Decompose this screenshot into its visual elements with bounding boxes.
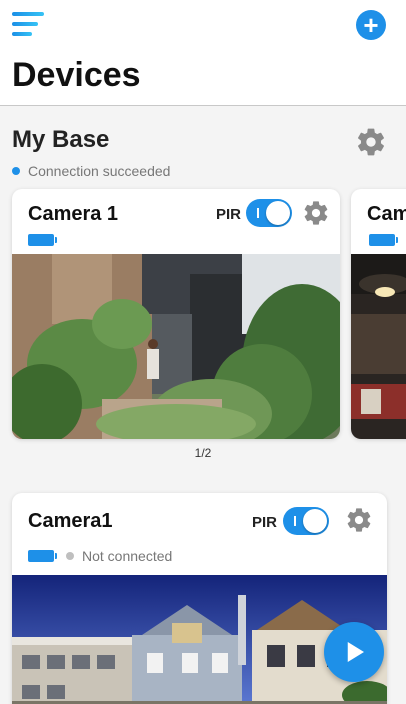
camera-settings-gear-icon[interactable] <box>345 506 373 534</box>
hamburger-menu-icon[interactable] <box>12 12 44 38</box>
battery-full-icon <box>369 234 398 246</box>
camera-connection-status: Not connected <box>66 548 172 564</box>
devices-screen: + Devices My Base Connection succeeded C… <box>0 0 406 704</box>
camera-card-1[interactable]: Camera 1 PIR <box>12 189 340 439</box>
camera-snapshot-image[interactable] <box>351 254 406 439</box>
base-name: My Base <box>12 126 110 153</box>
camera-name: Camera1 <box>28 510 113 532</box>
connection-status-text: Not connected <box>82 548 173 564</box>
header: + Devices <box>0 0 406 106</box>
add-device-button[interactable]: + <box>356 10 386 40</box>
plus-icon: + <box>363 10 379 40</box>
camera-name: Cam <box>367 203 406 225</box>
pir-toggle[interactable] <box>246 199 292 227</box>
pir-toggle[interactable] <box>283 507 329 535</box>
page-title: Devices <box>12 56 141 94</box>
carousel-page-indicator: 1/2 <box>194 446 212 460</box>
camera-card[interactable]: Camera1 PIR Not connected <box>12 493 387 704</box>
camera-settings-gear-icon[interactable] <box>302 199 330 227</box>
status-dot <box>66 552 74 560</box>
pir-label: PIR <box>252 514 278 531</box>
battery-full-icon <box>28 234 57 246</box>
battery-full-icon <box>28 550 57 562</box>
camera-snapshot-image[interactable] <box>12 254 340 439</box>
pir-label: PIR <box>216 206 242 223</box>
base-connection-status: Connection succeeded <box>12 163 170 179</box>
connection-status-text: Connection succeeded <box>28 163 171 179</box>
camera-card-2[interactable]: Cam <box>351 189 406 439</box>
play-icon <box>347 642 364 662</box>
play-button[interactable] <box>324 622 384 682</box>
status-dot <box>12 167 20 175</box>
base-settings-gear-icon[interactable] <box>355 126 387 158</box>
camera-name: Camera 1 <box>28 203 119 225</box>
